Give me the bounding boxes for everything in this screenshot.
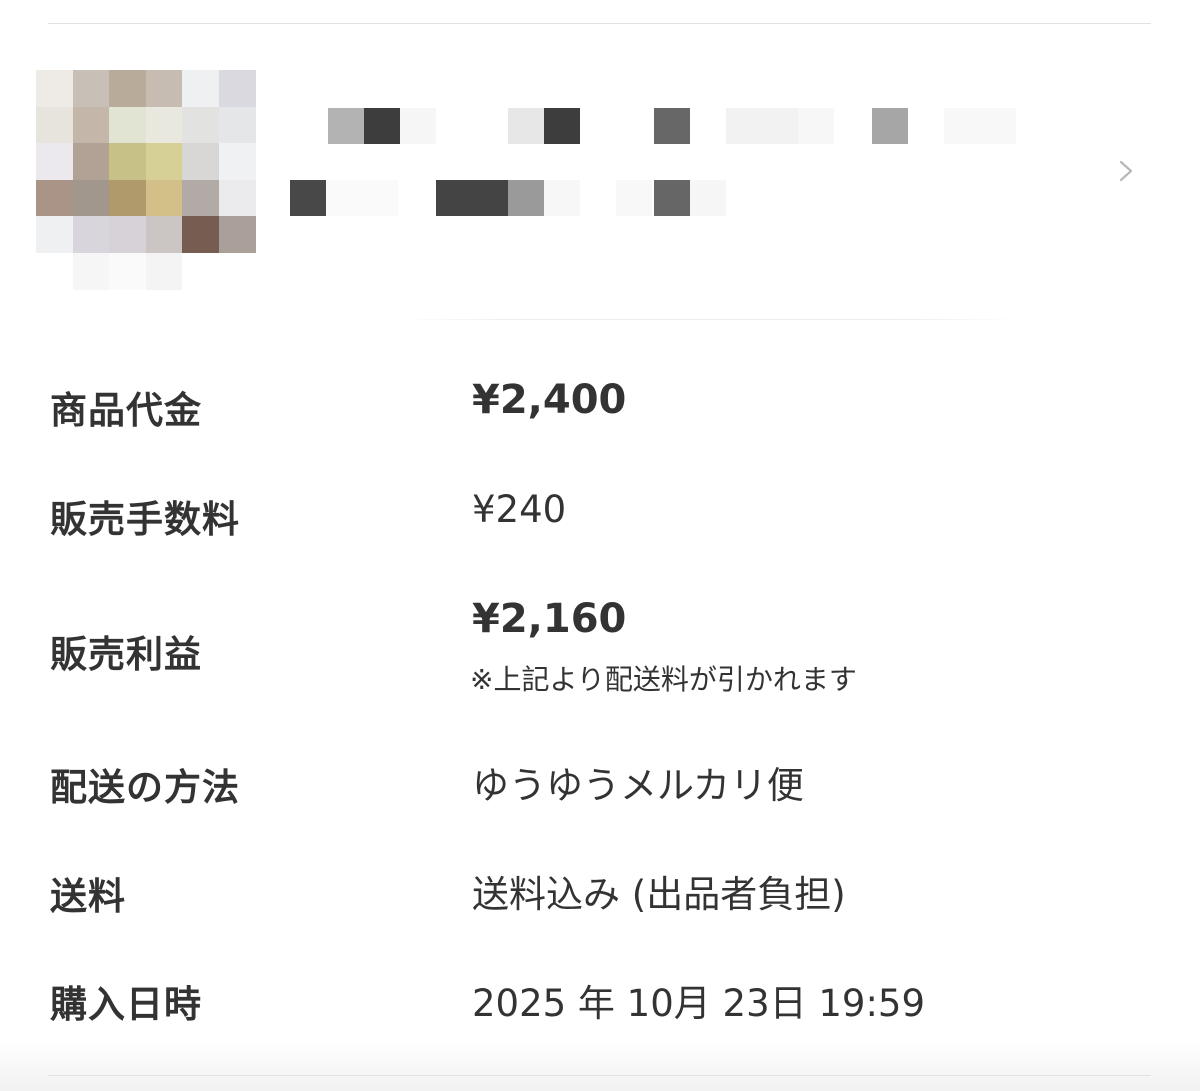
shipping-method-label: 配送の方法: [50, 766, 240, 809]
profit-value: ¥2,160: [472, 596, 627, 642]
fee-value: ¥240: [472, 488, 567, 531]
profit-note: ※上記より配送料が引かれます: [470, 663, 857, 696]
shipping-fee-label: 送料: [50, 875, 126, 918]
item-separator: [400, 319, 1020, 320]
bottom-divider: [48, 1075, 1151, 1076]
purchase-date-value: 2025 年 10月 23日 19:59: [472, 982, 925, 1025]
profit-label: 販売利益: [50, 633, 202, 676]
bottom-shade: [0, 1040, 1200, 1091]
price-value: ¥2,400: [472, 377, 627, 423]
item-thumbnail: [36, 70, 256, 290]
item-title-pixelated: [290, 106, 1050, 226]
price-label: 商品代金: [50, 389, 202, 432]
chevron-right-icon[interactable]: [1115, 156, 1137, 186]
shipping-fee-value: 送料込み (出品者負担): [472, 873, 846, 916]
shipping-method-value: ゆうゆうメルカリ便: [472, 764, 804, 807]
purchase-date-label: 購入日時: [50, 983, 202, 1026]
item-row[interactable]: [36, 70, 1151, 300]
fee-label: 販売手数料: [50, 498, 240, 541]
top-divider: [48, 23, 1151, 24]
